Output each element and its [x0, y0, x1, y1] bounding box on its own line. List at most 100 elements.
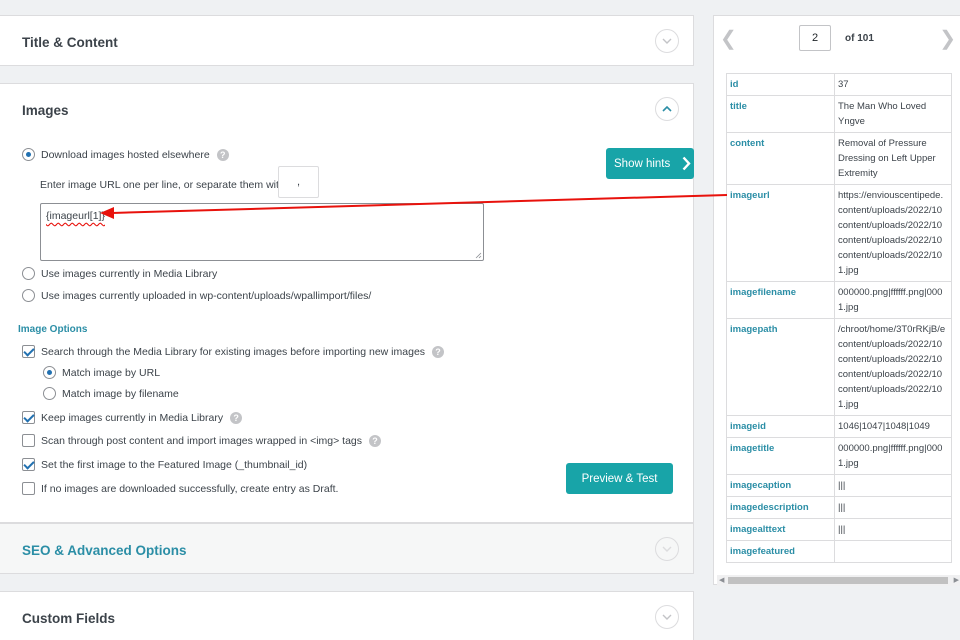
option-label: Match image by filename [62, 387, 179, 400]
collapse-toggle-button[interactable] [655, 97, 679, 121]
uploaded-files-option[interactable]: Use images currently uploaded in wp-cont… [22, 289, 371, 302]
draft-checkbox[interactable] [22, 482, 35, 495]
horizontal-scrollbar[interactable]: ◀ ▶ [717, 575, 960, 586]
chevron-down-icon [662, 38, 672, 44]
chevron-up-icon [662, 105, 672, 112]
scrollbar-thumb[interactable] [728, 577, 948, 584]
option-label: Use images currently in Media Library [41, 267, 218, 280]
record-field-row: title The Man Who Loved Yngve [726, 95, 952, 133]
media-library-radio[interactable] [22, 267, 35, 280]
page-number: 2 [811, 32, 819, 44]
record-field-row: content Removal of Pressure Dressing on Le… [726, 132, 952, 185]
help-icon[interactable]: ? [230, 411, 243, 424]
match-url-radio[interactable] [43, 366, 56, 379]
field-name[interactable]: imageid [726, 415, 835, 438]
uploaded-files-radio[interactable] [22, 289, 35, 302]
expand-toggle-button[interactable] [655, 537, 679, 561]
panel-title: Title & Content [22, 35, 118, 50]
option-label: Scan through post content and import ima… [41, 434, 363, 447]
field-name[interactable]: imagepath [726, 318, 835, 416]
custom-fields-panel[interactable]: Custom Fields [0, 591, 694, 640]
field-value-line: ||| [838, 502, 846, 513]
field-name[interactable]: imagecaption [726, 474, 835, 497]
field-name[interactable]: imagealttext [726, 518, 835, 541]
field-value: /chroot/home/3T0rRKjB/e content/uploads/2… [834, 318, 952, 416]
option-label: Match image by URL [62, 366, 161, 379]
media-library-option[interactable]: Use images currently in Media Library [22, 267, 217, 280]
field-value: ||| [834, 518, 952, 541]
image-url-textarea[interactable]: {imageurl[1]} [40, 203, 484, 261]
field-value: 37 [834, 73, 952, 96]
match-url-option[interactable]: Match image by URL [43, 366, 160, 379]
field-value-line: content/uploads/2022/10 [838, 369, 943, 380]
field-value-line: 1.jpg [838, 265, 859, 276]
field-name[interactable]: content [726, 132, 835, 185]
help-icon[interactable]: ? [432, 345, 445, 358]
field-value-line: 37 [838, 79, 849, 90]
record-field-row: imagecaption ||| [726, 474, 952, 497]
field-value-line: content/uploads/2022/10 [838, 384, 943, 395]
search-media-option[interactable]: Search through the Media Library for exi… [22, 345, 445, 358]
textarea-value: {imageurl[1]} [46, 210, 105, 222]
download-images-option[interactable]: Download images hosted elsewhere ? [22, 148, 229, 161]
field-value-line: Extremity [838, 168, 878, 179]
record-page-input[interactable]: 2 [799, 25, 831, 51]
next-record-arrow-icon[interactable]: ❯ [939, 26, 956, 51]
expand-toggle-button[interactable] [655, 605, 679, 629]
featured-image-option[interactable]: Set the first image to the Featured Imag… [22, 458, 307, 471]
field-value-line: Removal of Pressure [838, 138, 927, 149]
match-filename-radio[interactable] [43, 387, 56, 400]
field-value-line: content/uploads/2022/10 [838, 205, 943, 216]
field-name[interactable]: imagedescription [726, 496, 835, 519]
title-content-panel[interactable]: Title & Content [0, 15, 694, 66]
field-value: 000000.png|ffffff.png|000 1.jpg [834, 437, 952, 475]
field-value: 1046|1047|1048|1049 [834, 415, 952, 438]
scroll-right-icon[interactable]: ▶ [954, 576, 959, 584]
scroll-left-icon[interactable]: ◀ [719, 576, 724, 584]
separator-input[interactable]: , [278, 166, 319, 198]
record-field-row: imagefilename 000000.png|ffffff.png|000 1.… [726, 281, 952, 319]
scan-content-option[interactable]: Scan through post content and import ima… [22, 434, 382, 447]
field-value-line: 000000.png|ffffff.png|000 [838, 443, 943, 454]
field-name[interactable]: id [726, 73, 835, 96]
help-icon[interactable]: ? [216, 148, 229, 161]
field-value-line [838, 544, 948, 559]
panel-title: SEO & Advanced Options [22, 543, 187, 558]
search-media-checkbox[interactable] [22, 345, 35, 358]
field-value-line: 1046|1047|1048|1049 [838, 421, 930, 432]
field-value: https://enviouscentipede. content/uploads… [834, 184, 952, 282]
field-name[interactable]: imagetitle [726, 437, 835, 475]
field-name[interactable]: imagefilename [726, 281, 835, 319]
download-images-radio[interactable] [22, 148, 35, 161]
field-value-line: 000000.png|ffffff.png|000 [838, 287, 943, 298]
field-value-line: https://enviouscentipede. [838, 190, 944, 201]
match-filename-option[interactable]: Match image by filename [43, 387, 179, 400]
keep-images-checkbox[interactable] [22, 411, 35, 424]
field-name[interactable]: title [726, 95, 835, 133]
show-hints-button[interactable]: Show hints [606, 148, 694, 179]
expand-toggle-button[interactable] [655, 29, 679, 53]
resize-handle-icon[interactable] [475, 252, 482, 259]
field-name[interactable]: imageurl [726, 184, 835, 282]
seo-advanced-panel[interactable]: SEO & Advanced Options [0, 523, 694, 574]
field-value [834, 540, 952, 563]
button-label: Preview & Test [581, 472, 658, 485]
field-value-line: 1.jpg [838, 302, 859, 313]
draft-option[interactable]: If no images are downloaded successfully… [22, 482, 338, 495]
separator-value: , [296, 176, 301, 188]
field-name[interactable]: imagefeatured [726, 540, 835, 563]
field-value-line: content/uploads/2022/10 [838, 339, 943, 350]
import-settings-column: Title & Content Images Download images h… [0, 0, 694, 640]
previous-record-arrow-icon[interactable]: ❮ [720, 26, 737, 51]
field-value-line: ||| [838, 480, 846, 491]
preview-test-button[interactable]: Preview & Test [566, 463, 673, 494]
featured-image-checkbox[interactable] [22, 458, 35, 471]
chevron-down-icon [662, 546, 672, 552]
keep-images-option[interactable]: Keep images currently in Media Library ? [22, 411, 243, 424]
option-label: Search through the Media Library for exi… [41, 345, 426, 358]
help-icon[interactable]: ? [369, 434, 382, 447]
scan-content-checkbox[interactable] [22, 434, 35, 447]
field-value: The Man Who Loved Yngve [834, 95, 952, 133]
record-total: of 101 [845, 33, 874, 44]
field-value-line: Yngve [838, 116, 865, 127]
